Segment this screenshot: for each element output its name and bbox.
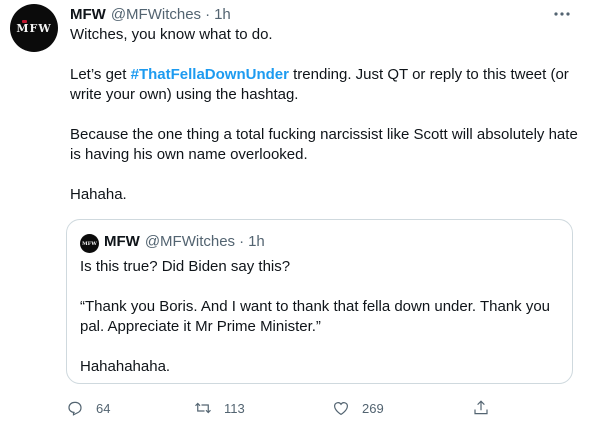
tweet-text-segment: Let’s get [70, 66, 131, 83]
quoted-author-name: MFW [104, 233, 140, 250]
separator-dot: · [205, 6, 211, 23]
retweet-button[interactable]: 113 [194, 399, 245, 417]
quoted-tweet-header: MFW @MFWitches · 1h [104, 233, 265, 250]
reply-icon [68, 401, 82, 416]
avatar[interactable]: MFW [10, 4, 58, 52]
heart-icon [334, 402, 348, 416]
more-options-button[interactable] [549, 4, 575, 24]
author-name[interactable]: MFW [70, 6, 106, 23]
quoted-tweet[interactable]: MFW MFW @MFWitches · 1h Is this true? Di… [66, 219, 573, 384]
quoted-paragraph: Is this true? Did Biden say this? [80, 258, 291, 275]
tweet-header: MFW @MFWitches · 1h [70, 6, 231, 23]
avatar-logo-text: MFW [16, 21, 52, 35]
tweet-paragraph: Because the one thing a total fucking na… [70, 126, 578, 163]
timestamp[interactable]: 1h [214, 6, 231, 23]
quoted-paragraph: Hahahahaha. [80, 358, 171, 375]
quoted-timestamp: 1h [248, 233, 265, 250]
tweet-text: Witches, you know what to do. Let’s get … [70, 25, 580, 225]
reply-button[interactable]: 64 [66, 399, 110, 417]
tweet[interactable]: MFW MFW @MFWitches · 1h Witches, you kno… [0, 0, 590, 426]
tweet-paragraph: Hahaha. [70, 186, 127, 203]
author-handle[interactable]: @MFWitches [111, 6, 201, 23]
retweet-icon [195, 402, 211, 414]
hashtag-link[interactable]: #ThatFellaDownUnder [131, 66, 289, 83]
quoted-avatar: MFW [80, 234, 99, 253]
reply-count: 64 [96, 400, 111, 416]
share-icon [474, 400, 488, 415]
tweet-paragraph: Let’s get #ThatFellaDownUnder trending. … [70, 65, 580, 105]
separator-dot: · [239, 233, 245, 250]
like-button[interactable]: 269 [332, 399, 384, 417]
more-options-icon [554, 12, 570, 16]
action-bar: 64 113 269 [64, 399, 504, 421]
quoted-author-handle: @MFWitches [144, 233, 236, 250]
like-count: 269 [362, 400, 384, 416]
quoted-avatar-logo-text: MFW [82, 240, 97, 247]
share-button[interactable] [472, 399, 490, 417]
tweet-paragraph: Witches, you know what to do. [70, 26, 273, 43]
quoted-paragraph: “Thank you Boris. And I want to thank th… [80, 298, 551, 335]
retweet-count: 113 [224, 400, 245, 416]
quoted-tweet-text: Is this true? Did Biden say this? “Thank… [80, 257, 565, 397]
